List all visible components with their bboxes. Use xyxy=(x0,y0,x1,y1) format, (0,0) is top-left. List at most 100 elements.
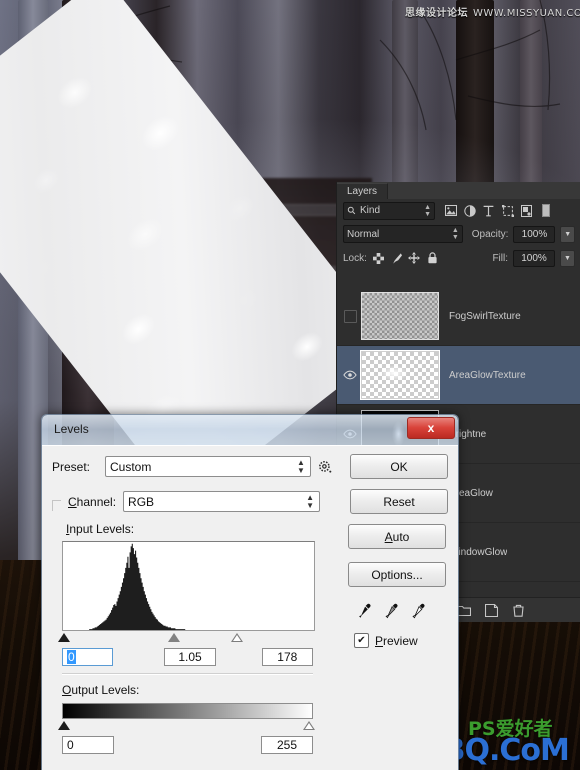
photoshop-screenshot: 思缘设计论坛 WWW.MISSYUAN.COM PS爱好者 UiBQ.CoM La… xyxy=(0,0,580,770)
lock-image-pixels-icon[interactable] xyxy=(390,252,403,265)
layer-name[interactable]: AreaGlowTexture xyxy=(449,370,526,381)
set-gray-point-eyedropper[interactable] xyxy=(383,603,399,619)
dialog-body: Preset: Custom ▲ ▼ OK Channel: RGB ▲ ▼ R… xyxy=(42,445,458,770)
options-button[interactable]: Options... xyxy=(348,562,446,587)
midtone-input-field[interactable]: 1.05 xyxy=(164,648,216,666)
midtone-input-slider[interactable] xyxy=(168,633,180,642)
shadow-input-value: 0 xyxy=(67,650,76,664)
shadow-output-field[interactable]: 0 xyxy=(62,736,114,754)
filter-kind-label: Kind xyxy=(360,205,381,216)
section-divider xyxy=(62,673,313,675)
shadow-input-field[interactable]: 0 xyxy=(62,648,114,666)
gear-icon[interactable] xyxy=(318,460,332,474)
search-icon xyxy=(347,206,356,215)
close-button[interactable]: x xyxy=(407,417,455,439)
adjustment-layer-filter-icon[interactable] xyxy=(463,204,476,217)
preset-row: Preset: Custom ▲ ▼ OK xyxy=(52,454,448,479)
output-levels-slider[interactable] xyxy=(58,719,315,733)
pixel-layer-filter-icon[interactable] xyxy=(444,204,457,217)
shadow-output-slider[interactable] xyxy=(58,721,70,730)
preview-label-rest: review xyxy=(383,633,418,648)
watermark-top-url: WWW.MISSYUAN.COM xyxy=(473,8,580,19)
layer-thumbnail[interactable] xyxy=(360,350,440,400)
highlight-output-field[interactable]: 255 xyxy=(261,736,313,754)
filter-kind-spinner-icon[interactable]: ▲ ▼ xyxy=(424,204,431,218)
auto-button[interactable]: Auto xyxy=(348,524,446,549)
preset-label: Preset: xyxy=(52,459,91,474)
lock-label: Lock: xyxy=(343,252,367,264)
new-layer-icon[interactable] xyxy=(484,603,498,617)
filter-type-icons[interactable] xyxy=(444,204,552,217)
tab-layers[interactable]: Layers xyxy=(337,183,389,199)
table-row[interactable]: AreaGlowTexture xyxy=(337,346,580,405)
table-row[interactable]: FogSwirlTexture xyxy=(337,287,580,346)
eyedropper-group[interactable] xyxy=(356,603,448,619)
preset-spinner-icon[interactable]: ▲ ▼ xyxy=(296,458,306,475)
reset-button[interactable]: Reset xyxy=(350,489,448,514)
layer-visibility-toggle[interactable] xyxy=(339,309,361,323)
levels-dialog[interactable]: Levels x Preset: Custom ▲ ▼ OK Channel: … xyxy=(41,414,459,770)
channel-select[interactable]: RGB ▲ ▼ xyxy=(123,491,321,512)
fill-dropdown-icon[interactable]: ▼ xyxy=(560,249,575,267)
highlight-output-slider-fill xyxy=(305,723,313,729)
new-group-icon[interactable] xyxy=(457,603,471,617)
blend-mode-value: Normal xyxy=(347,228,380,240)
channel-value: RGB xyxy=(128,494,155,509)
filter-toggle-icon[interactable] xyxy=(539,204,552,217)
input-levels-section: Input Levels: 0 1.05 178 A uto Options..… xyxy=(52,522,448,666)
channel-label: Channel: xyxy=(68,494,117,509)
blend-mode-select[interactable]: Normal ▲ ▼ xyxy=(343,225,463,243)
lock-all-icon[interactable] xyxy=(426,252,439,265)
preview-checkbox-row[interactable]: ✔ Preview xyxy=(354,633,448,648)
blend-opacity-row[interactable]: Normal ▲ ▼ Opacity: 100% ▼ xyxy=(337,222,580,246)
lock-transparent-pixels-icon[interactable] xyxy=(372,252,385,265)
set-white-point-eyedropper[interactable] xyxy=(410,603,426,619)
layer-filter-row[interactable]: Kind ▲ ▼ xyxy=(337,199,580,222)
type-layer-filter-icon[interactable] xyxy=(482,204,495,217)
output-levels-section: Output Levels: 0 255 xyxy=(58,683,315,754)
input-levels-slider[interactable] xyxy=(58,631,313,645)
watermark-top-cn: 思缘设计论坛 xyxy=(405,8,468,19)
group-box-corner xyxy=(52,500,61,511)
histogram xyxy=(62,541,315,631)
ok-button[interactable]: OK xyxy=(350,454,448,479)
histogram-plot xyxy=(63,543,314,630)
preview-label-underline: P xyxy=(375,633,384,648)
channel-spinner-icon[interactable]: ▲ ▼ xyxy=(305,493,315,510)
panel-tab-bar[interactable]: Layers xyxy=(337,182,580,199)
highlight-input-slider-fill xyxy=(233,635,241,641)
output-levels-values: 0 255 xyxy=(62,736,313,754)
layer-visibility-toggle[interactable] xyxy=(339,370,361,380)
shape-layer-filter-icon[interactable] xyxy=(501,204,514,217)
lock-position-icon[interactable] xyxy=(408,252,421,265)
opacity-dropdown-icon[interactable]: ▼ xyxy=(560,225,575,243)
dialog-title-bar[interactable]: Levels x xyxy=(42,415,458,446)
lock-fill-row[interactable]: Lock: Fill: 100% ▼ xyxy=(337,246,580,270)
channel-label-rest: hannel: xyxy=(76,494,117,509)
eye-icon xyxy=(343,370,357,380)
delete-layer-icon[interactable] xyxy=(511,603,525,617)
preset-value: Custom xyxy=(110,459,152,474)
highlight-input-field[interactable]: 178 xyxy=(261,648,313,666)
opacity-label: Opacity: xyxy=(471,228,509,240)
layer-name[interactable]: FogSwirlTexture xyxy=(449,311,521,322)
fill-value[interactable]: 100% xyxy=(513,249,555,267)
smart-object-filter-icon[interactable] xyxy=(520,204,533,217)
set-black-point-eyedropper[interactable] xyxy=(356,603,372,619)
watermark-top: 思缘设计论坛 WWW.MISSYUAN.COM xyxy=(405,4,580,19)
output-gradient-bar xyxy=(62,703,313,719)
auto-button-rest: uto xyxy=(392,529,410,544)
fill-label: Fill: xyxy=(492,252,508,264)
channel-row: Channel: RGB ▲ ▼ Reset xyxy=(52,489,448,514)
shadow-input-slider[interactable] xyxy=(58,633,70,642)
blend-mode-spinner-icon[interactable]: ▲ ▼ xyxy=(452,227,459,241)
input-levels-values: 0 1.05 178 xyxy=(62,648,313,666)
output-levels-label: Output Levels: xyxy=(62,683,140,697)
preview-checkbox[interactable]: ✔ xyxy=(354,633,369,648)
preset-select[interactable]: Custom ▲ ▼ xyxy=(105,456,311,477)
filter-kind-select[interactable]: Kind ▲ ▼ xyxy=(343,201,435,220)
layer-thumbnail[interactable] xyxy=(361,292,439,340)
input-levels-label: Input Levels: xyxy=(66,522,135,536)
opacity-value[interactable]: 100% xyxy=(513,225,556,243)
auto-button-underline: A xyxy=(384,529,393,544)
